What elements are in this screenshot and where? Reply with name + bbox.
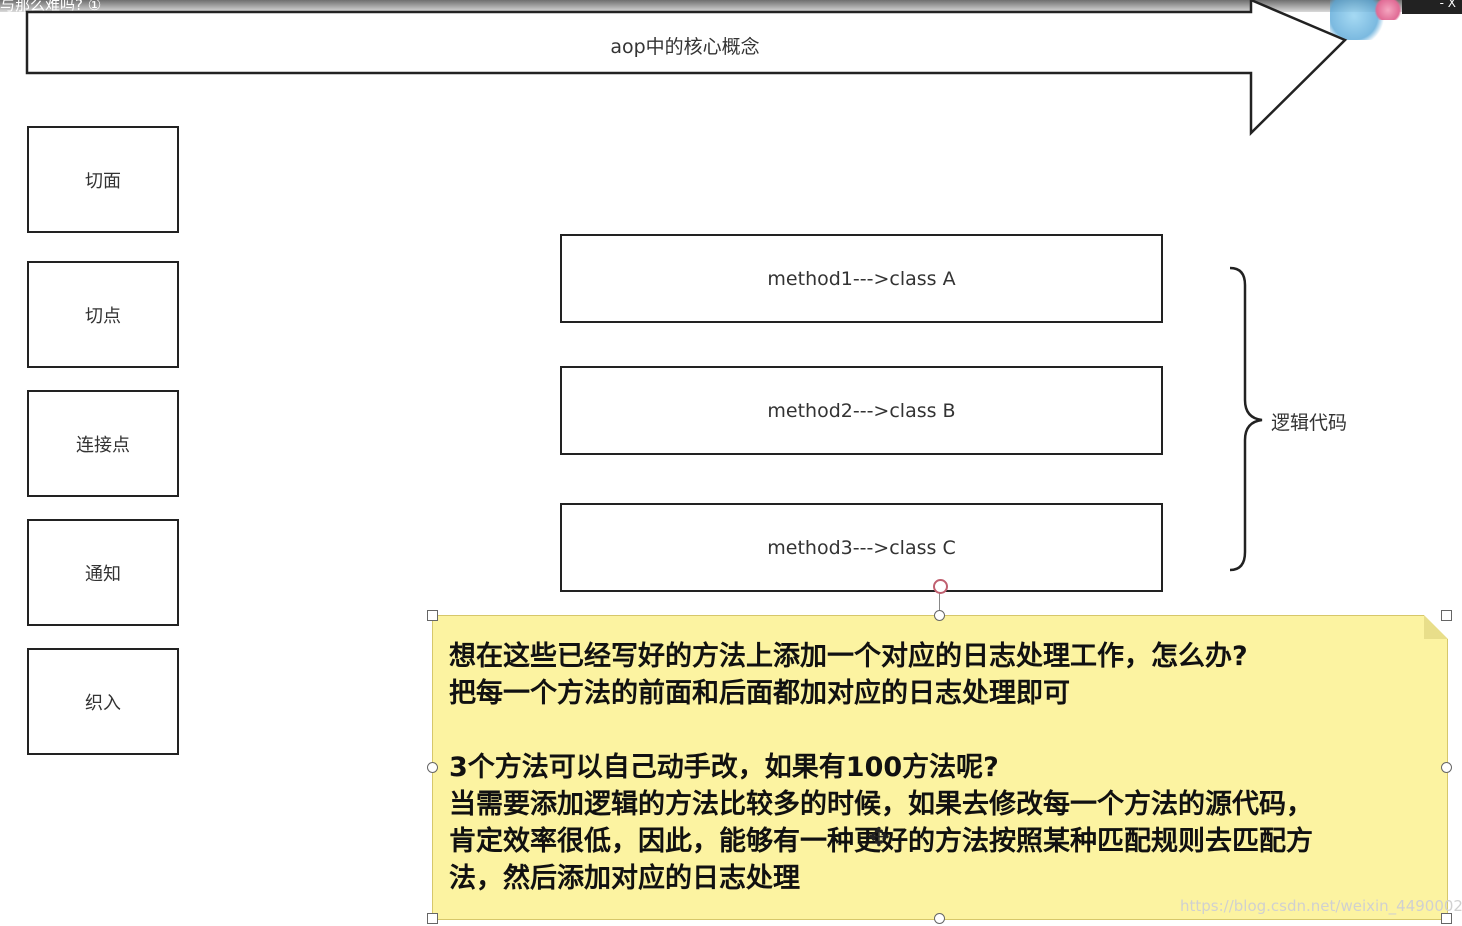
note-line: 把每一个方法的前面和后面都加对应的日志处理即可 bbox=[449, 678, 1070, 709]
concept-label: 连接点 bbox=[76, 434, 130, 456]
concept-advice[interactable]: 通知 bbox=[27, 519, 179, 626]
resize-handle-tr[interactable] bbox=[1441, 610, 1452, 621]
note-spacer bbox=[449, 712, 1417, 749]
concept-label: 织入 bbox=[85, 692, 121, 714]
logic-code-brace bbox=[1229, 266, 1263, 572]
resize-handle-bl[interactable] bbox=[427, 913, 438, 924]
resize-handle-bottom[interactable] bbox=[934, 913, 945, 924]
resize-handle-tl[interactable] bbox=[427, 610, 438, 621]
note-line: 当需要添加逻辑的方法比较多的时候，如果去修改每一个方法的源代码， bbox=[449, 789, 1313, 820]
method-label: method1--->class A bbox=[767, 267, 956, 290]
concept-joinpoint[interactable]: 连接点 bbox=[27, 390, 179, 497]
resize-handle-right[interactable] bbox=[1441, 762, 1452, 773]
move-cursor-icon: ✥ bbox=[868, 823, 890, 853]
note-text: 想在这些已经写好的方法上添加一个对应的日志处理工作，怎么办? 把每一个方法的前面… bbox=[449, 638, 1417, 897]
concept-aspect[interactable]: 切面 bbox=[27, 126, 179, 233]
rotation-connector bbox=[939, 592, 940, 612]
concept-label: 切面 bbox=[85, 170, 121, 192]
note-line: 法，然后添加对应的日志处理 bbox=[449, 863, 800, 894]
core-concepts-arrow[interactable] bbox=[25, 0, 1348, 136]
note-line: 想在这些已经写好的方法上添加一个对应的日志处理工作，怎么办? bbox=[449, 641, 1248, 672]
resize-handle-top[interactable] bbox=[934, 610, 945, 621]
resize-handle-left[interactable] bbox=[427, 762, 438, 773]
concept-label: 通知 bbox=[85, 563, 121, 585]
rotate-handle[interactable] bbox=[933, 579, 948, 594]
note-line: 3个方法可以自己动手改，如果有100方法呢? bbox=[449, 752, 999, 783]
concept-weaving[interactable]: 织入 bbox=[27, 648, 179, 755]
arrow-title: aop中的核心概念 bbox=[610, 36, 760, 58]
method-box-1[interactable]: method1--->class A bbox=[560, 234, 1163, 323]
note-line: 肯定效率很低，因此，能够有一种更好的方法按照某种匹配规则去匹配方 bbox=[449, 826, 1313, 857]
method-box-3[interactable]: method3--->class C bbox=[560, 503, 1163, 592]
watermark: https://blog.csdn.net/weixin_44900023 bbox=[1180, 897, 1462, 915]
concept-pointcut[interactable]: 切点 bbox=[27, 261, 179, 368]
method-label: method2--->class B bbox=[767, 399, 956, 422]
brace-label: 逻辑代码 bbox=[1271, 412, 1348, 434]
concept-label: 切点 bbox=[85, 305, 121, 327]
method-label: method3--->class C bbox=[767, 536, 956, 559]
method-box-2[interactable]: method2--->class B bbox=[560, 366, 1163, 455]
sticky-note[interactable]: 想在这些已经写好的方法上添加一个对应的日志处理工作，怎么办? 把每一个方法的前面… bbox=[432, 615, 1448, 920]
